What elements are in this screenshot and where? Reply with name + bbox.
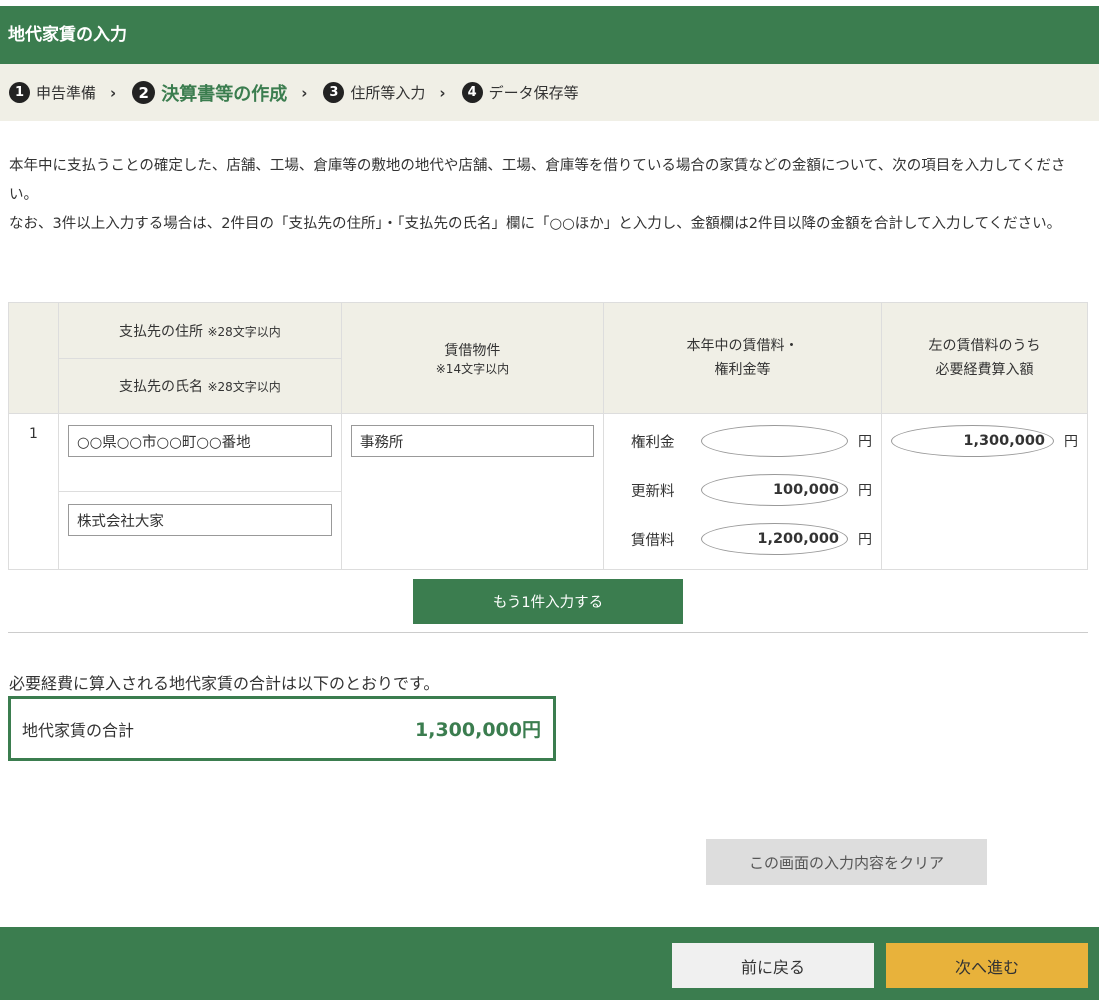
property-cell: 事務所 [340,413,605,570]
intro-paragraph-2: なお、3件以上入力する場合は、2件目の「支払先の住所」・「支払先の氏名」欄に「○… [9,216,1062,232]
chevron-right-icon: › [301,83,308,102]
summary-text: 必要経費に算入される地代家賃の合計は以下のとおりです。 [9,674,440,693]
yen-unit: 円 [858,532,872,548]
key-money-input[interactable] [701,425,848,457]
expense-cell: 1,300,000 円 [881,413,1088,570]
yen-unit: 円 [858,483,872,499]
intro-text: 本年中に支払うことの確定した、店舗、工場、倉庫等の敷地の地代や店舗、工場、倉庫等… [9,152,1089,239]
rent-header: 本年中の賃借料・ 権利金等 [603,302,882,414]
step-number-2: 2 [132,81,156,104]
step-2: 2 決算書等の作成 [132,80,287,106]
step-1: 1 申告準備 [9,82,96,103]
expense-input[interactable]: 1,300,000 [891,425,1054,457]
step-label-3: 住所等入力 [350,84,426,102]
rent-label: 賃借料 [631,532,675,549]
property-input[interactable]: 事務所 [350,425,594,457]
index-header [8,302,59,414]
page-title: 地代家賃の入力 [8,25,127,45]
add-entry-button[interactable]: もう1件入力する [413,579,683,624]
payee-cell: ○○県○○市○○町○○番地 株式会社大家 [57,413,342,570]
address-header: 支払先の住所 ※28文字以内 [57,302,342,359]
renewal-fee-input[interactable]: 100,000 [701,474,848,506]
page-header: 地代家賃の入力 [0,6,1099,64]
back-button[interactable]: 前に戻る [672,943,874,988]
step-number-4: 4 [461,82,483,103]
step-number-3: 3 [323,82,345,103]
rent-table: 支払先の住所 ※28文字以内 賃借物件 ※14文字以内 本年中の賃借料・ 権利金… [8,302,1088,570]
name-input[interactable]: 株式会社大家 [67,504,332,536]
step-label-1: 申告準備 [36,84,97,102]
total-value: 1,300,000円 [415,719,541,741]
clear-button[interactable]: この画面の入力内容をクリア [706,839,987,885]
step-number-1: 1 [9,82,30,103]
expense-header: 左の賃借料のうち 必要経費算入額 [881,302,1088,414]
chevron-right-icon: › [110,83,117,102]
yen-unit: 円 [858,434,872,450]
row-index: 1 [8,413,59,570]
yen-unit: 円 [1064,434,1078,450]
step-label-4: データ保存等 [488,84,579,102]
next-button[interactable]: 次へ進む [886,943,1088,988]
step-3: 3 住所等入力 [323,82,425,103]
step-label-2: 決算書等の作成 [161,83,288,105]
total-box: 地代家賃の合計 1,300,000円 [8,696,556,761]
key-money-label: 権利金 [631,434,675,451]
property-header: 賃借物件 ※14文字以内 [340,302,605,414]
name-header: 支払先の氏名 ※28文字以内 [57,358,342,414]
step-navigation: 1 申告準備 › 2 決算書等の作成 › 3 住所等入力 › 4 データ保存等 [0,64,1099,121]
chevron-right-icon: › [439,83,446,102]
rent-cell: 権利金 円 更新料 100,000 円 賃借料 1,200,000 円 [603,413,882,570]
divider [8,632,1088,633]
intro-paragraph-1: 本年中に支払うことの確定した、店舗、工場、倉庫等の敷地の地代や店舗、工場、倉庫等… [9,158,1066,203]
total-label: 地代家賃の合計 [22,720,135,740]
renewal-fee-label: 更新料 [631,483,675,500]
address-input[interactable]: ○○県○○市○○町○○番地 [67,425,332,457]
step-4: 4 データ保存等 [461,82,579,103]
rent-input[interactable]: 1,200,000 [701,523,848,555]
